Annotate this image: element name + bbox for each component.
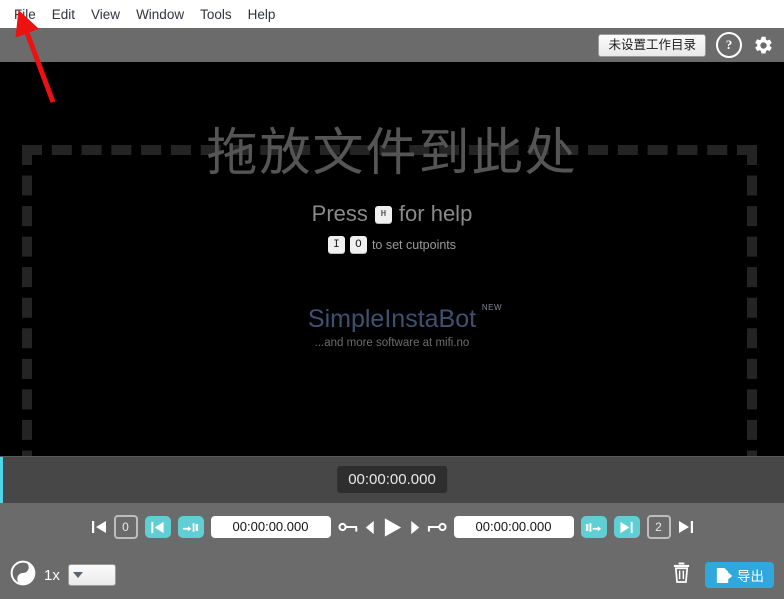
jump-to-end-icon[interactable] xyxy=(678,519,694,535)
help-glyph: ? xyxy=(725,37,733,52)
export-button-label: 导出 xyxy=(737,569,764,584)
step-forward-icon[interactable] xyxy=(410,520,420,535)
cutpoints-hint: I O to set cutpoints xyxy=(327,236,457,254)
menu-item-window[interactable]: Window xyxy=(128,4,192,25)
key-left-icon[interactable] xyxy=(337,520,358,534)
export-file-icon xyxy=(716,567,732,583)
key-i-badge: I xyxy=(327,236,345,254)
bottom-right-group: 导出 xyxy=(672,562,774,588)
jump-to-start-icon[interactable] xyxy=(91,519,107,535)
help-icon[interactable]: ? xyxy=(716,32,742,58)
menu-item-help[interactable]: Help xyxy=(240,4,284,25)
key-h-badge: H xyxy=(374,205,392,223)
video-stage[interactable]: 拖放文件到此处 Press H for help I O to set cutp… xyxy=(0,62,784,456)
bottom-bar: 1x 导出 xyxy=(0,551,784,599)
playback-speed-select[interactable] xyxy=(67,564,116,586)
cut-end-time-field[interactable]: 00:00:00.000 xyxy=(453,516,574,538)
press-prefix-text: Press xyxy=(311,201,368,227)
set-cut-start-icon[interactable] xyxy=(177,516,204,538)
segment-count-badge[interactable]: 2 xyxy=(646,515,671,539)
menu-item-edit[interactable]: Edit xyxy=(44,4,83,25)
trash-icon[interactable] xyxy=(672,562,691,588)
press-suffix-text: for help xyxy=(398,201,473,227)
menu-item-file[interactable]: File xyxy=(6,4,44,25)
set-cut-end-icon[interactable] xyxy=(580,516,607,538)
chevron-down-icon xyxy=(72,572,83,578)
yin-yang-glyph xyxy=(10,560,36,585)
menu-item-tools[interactable]: Tools xyxy=(192,4,240,25)
gear-glyph xyxy=(754,36,772,54)
key-right-icon[interactable] xyxy=(427,520,447,534)
top-toolbar: 未设置工作目录 ? xyxy=(0,28,784,62)
export-button[interactable]: 导出 xyxy=(705,562,774,588)
drop-files-title: 拖放文件到此处 xyxy=(206,124,578,181)
step-backward-icon[interactable] xyxy=(365,520,375,535)
next-cutpoint-icon[interactable] xyxy=(613,516,640,538)
playback-control-bar: 0 00:00:00.000 00:00:00.000 2 xyxy=(0,503,784,551)
menu-item-view[interactable]: View xyxy=(83,4,128,25)
brand-new-badge: NEW xyxy=(481,303,503,313)
key-o-badge: O xyxy=(349,236,367,254)
cut-start-time-field[interactable]: 00:00:00.000 xyxy=(210,516,331,538)
brand-subtitle: ...and more software at mifi.no xyxy=(314,337,470,350)
timeline-timecode: 00:00:00.000 xyxy=(337,466,447,493)
press-help-hint: Press H for help xyxy=(312,201,473,227)
timeline[interactable]: 00:00:00.000 xyxy=(0,456,784,503)
play-icon[interactable] xyxy=(382,517,403,538)
segment-index-badge[interactable]: 0 xyxy=(113,515,138,539)
working-directory-button[interactable]: 未设置工作目录 xyxy=(598,33,706,57)
brand-block: SimpleInstaBot NEW ...and more software … xyxy=(307,303,502,350)
stage-content: 拖放文件到此处 Press H for help I O to set cutp… xyxy=(0,62,784,456)
gear-icon[interactable] xyxy=(752,34,774,56)
playback-speed-label: 1x xyxy=(44,566,60,584)
previous-cutpoint-icon[interactable] xyxy=(144,516,171,538)
brand-name[interactable]: SimpleInstaBot NEW xyxy=(307,303,502,334)
yin-yang-logo[interactable] xyxy=(10,560,36,591)
cutpoints-text: to set cutpoints xyxy=(371,237,457,252)
brand-name-text: SimpleInstaBot xyxy=(307,305,477,334)
menu-bar: File Edit View Window Tools Help xyxy=(0,0,784,28)
bottom-left-group: 1x xyxy=(10,560,116,591)
playhead-marker[interactable] xyxy=(0,457,3,503)
